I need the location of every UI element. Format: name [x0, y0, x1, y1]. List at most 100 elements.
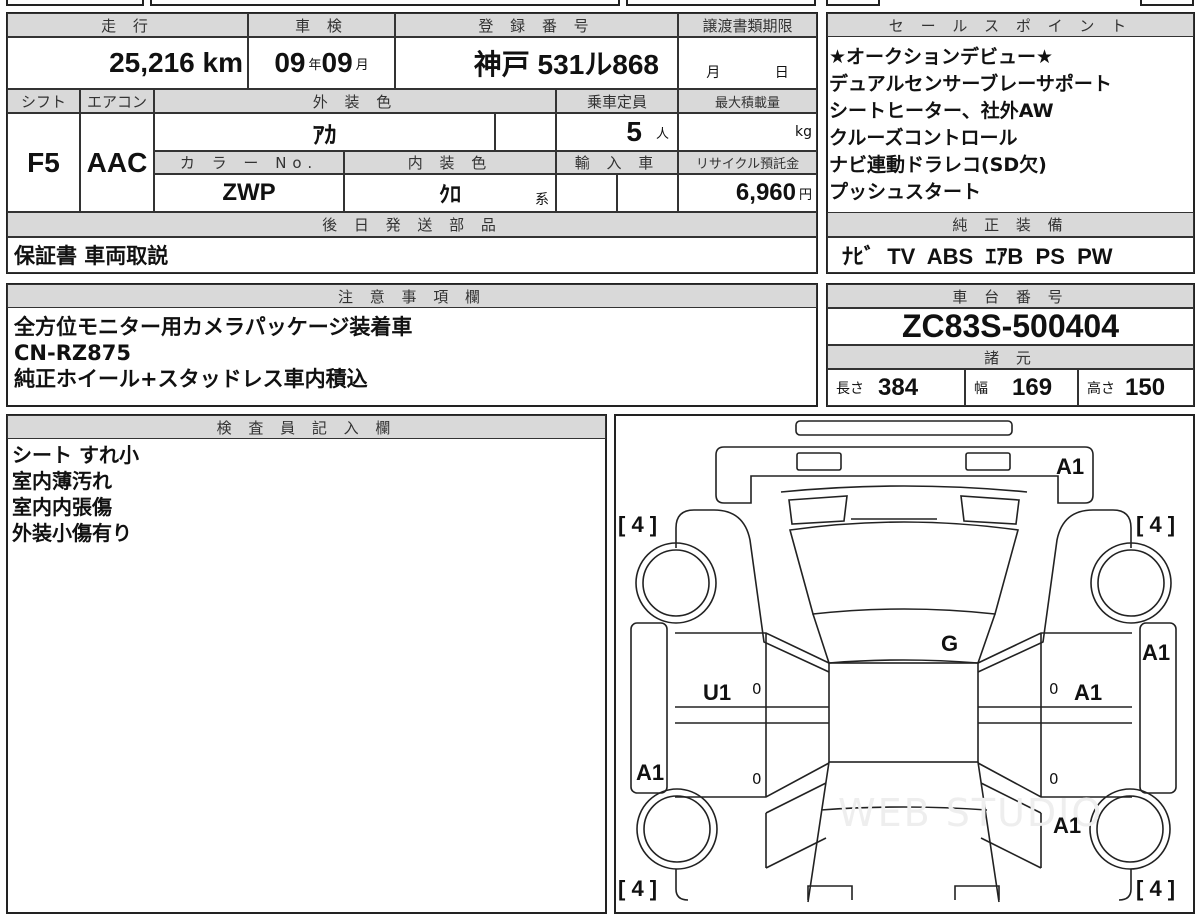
recycle-unit: 円	[798, 186, 812, 202]
max-load-header: 最大積載量	[678, 89, 817, 113]
length-cell: 長さ 384	[827, 369, 965, 406]
mileage-value: 25,216 km	[7, 37, 248, 89]
tire-front-left: [ 4 ]	[618, 876, 658, 901]
damage-left-door: U1	[703, 680, 732, 705]
interior-suffix: 系	[535, 191, 549, 207]
top-cell	[6, 0, 144, 6]
car-outline	[630, 420, 1177, 903]
spec-header: 諸 元	[827, 345, 1194, 369]
height-label: 高さ	[1087, 380, 1115, 397]
sales-point: ナビ連動ドラレコ(SD欠)	[829, 154, 1047, 176]
damage-rear-bumper: A1	[1056, 454, 1085, 479]
sales-points-list: ★オークションデビュー★ デュアルセンサーブレーサポート シートヒーター、社外A…	[829, 44, 1112, 206]
sales-point: クルーズコントロール	[829, 127, 1018, 149]
later-parts-value: 保証書 車両取説	[7, 237, 817, 273]
inspector-header: 検 査 員 記 入 欄	[7, 415, 606, 439]
aircon-value: AAC	[80, 113, 154, 212]
tire-rear-left: [ 4 ]	[618, 512, 658, 537]
sales-point: プッシュスタート	[829, 181, 982, 203]
trunk-shape	[715, 446, 1094, 504]
recycle-header: リサイクル預託金	[678, 151, 817, 174]
import-cell-1	[556, 174, 617, 212]
year-unit: 年	[308, 56, 322, 72]
sales-points-header: セ ー ル ス ポ イ ン ト	[827, 13, 1194, 37]
chassis-header: 車 台 番 号	[827, 284, 1194, 308]
registration-header: 登 録 番 号	[395, 13, 678, 37]
inspector-line: 外装小傷有り	[12, 521, 132, 545]
sales-point: デュアルセンサーブレーサポート	[829, 73, 1112, 95]
later-parts-header: 後 日 発 送 部 品	[7, 212, 817, 237]
capacity-value: 5人	[556, 113, 678, 151]
inspection-month: 09	[321, 47, 353, 78]
notes-header: 注 意 事 項 欄	[7, 284, 817, 308]
import-header: 輸 入 車	[556, 151, 678, 174]
deadline-day: 日	[774, 65, 789, 81]
transfer-deadline-header: 譲渡書類期限	[678, 13, 817, 37]
damage-right-fender: A1	[1053, 813, 1082, 838]
length-value: 384	[878, 373, 919, 401]
exterior-color-blank	[495, 113, 556, 151]
width-cell: 幅 169	[965, 369, 1078, 406]
width-label: 幅	[974, 380, 988, 397]
capacity-number: 5	[626, 116, 642, 147]
damage-right-sill: A1	[1142, 640, 1171, 665]
inspection-value: 09 年 09 月	[248, 37, 395, 89]
mileage-unit: km	[202, 47, 243, 78]
height-cell: 高さ 150	[1078, 369, 1194, 406]
exterior-color-header: 外 装 色	[154, 89, 556, 113]
mileage-header: 走 行	[7, 13, 248, 37]
roof	[828, 662, 979, 763]
chassis-number: ZC83S-500404	[827, 308, 1194, 345]
interior-color-text: ｸﾛ	[438, 182, 461, 207]
equipment-header: 純 正 装 備	[827, 212, 1194, 237]
mileage-number: 25,216	[109, 47, 195, 78]
bumper-shape	[795, 420, 1013, 436]
registration-value: 神戸 531ル868	[395, 37, 678, 89]
interior-color-value: ｸﾛ 系	[344, 174, 556, 212]
damage-roof: G	[941, 631, 959, 656]
top-cell	[150, 0, 620, 6]
inspector-line: 室内薄汚れ	[12, 469, 112, 493]
rear-glass	[788, 521, 1020, 615]
note-line: 全方位モニター用カメラパッケージ装着車	[14, 315, 413, 339]
width-value: 169	[1012, 373, 1053, 401]
color-no-value: ZWP	[154, 174, 344, 212]
height-value: 150	[1125, 373, 1166, 401]
door-mark: 0	[1049, 770, 1059, 788]
capacity-header: 乗車定員	[556, 89, 678, 113]
inspection-year: 09	[274, 47, 306, 78]
shift-header: シフト	[7, 89, 80, 113]
tire-front-right: [ 4 ]	[1136, 876, 1176, 901]
inspector-list: シート すれ小 室内薄汚れ 室内内張傷 外装小傷有り	[12, 442, 139, 546]
transfer-deadline-value: 月日	[678, 37, 817, 89]
equipment-value: ﾅﾋﾞ TV ABS ｴｱB PS PW	[827, 237, 1194, 273]
damage-left-sill: A1	[636, 760, 665, 785]
damage-diagram: WEB STUDIO [ 4 ] [ 4 ] [ 4 ] [ 4 ] A1 G …	[614, 414, 1195, 914]
notes-list: 全方位モニター用カメラパッケージ装着車 CN-RZ875 純正ホイール+スタッド…	[14, 314, 412, 392]
capacity-unit: 人	[655, 125, 669, 141]
recycle-value: 6,960 円	[678, 174, 817, 212]
sales-point: ★オークションデビュー★	[829, 46, 1054, 68]
shift-value: F5	[7, 113, 80, 212]
sales-point: シートヒーター、社外AW	[829, 100, 1054, 122]
top-cell	[826, 0, 880, 6]
length-label: 長さ	[836, 380, 864, 397]
max-load-value: kg	[678, 113, 817, 151]
aircon-header: エアコン	[80, 89, 154, 113]
interior-color-header: 内 装 色	[344, 151, 556, 174]
month-unit: 月	[355, 56, 369, 72]
inspector-line: 室内内張傷	[12, 495, 112, 519]
door-mark: 0	[1049, 680, 1059, 698]
note-line: CN-RZ875	[14, 341, 131, 365]
recycle-number: 6,960	[735, 179, 796, 206]
import-cell-2	[617, 174, 678, 212]
note-line: 純正ホイール+スタッドレス車内積込	[14, 367, 368, 391]
inspection-header: 車 検	[248, 13, 395, 37]
top-cell	[1140, 0, 1194, 6]
inspector-line: シート すれ小	[12, 443, 139, 467]
door-mark: 0	[752, 680, 762, 698]
exterior-color-value: ｱｶ	[154, 113, 495, 151]
damage-right-door: A1	[1074, 680, 1103, 705]
color-no-header: カ ラ ー No.	[154, 151, 344, 174]
tire-rear-right: [ 4 ]	[1136, 512, 1176, 537]
